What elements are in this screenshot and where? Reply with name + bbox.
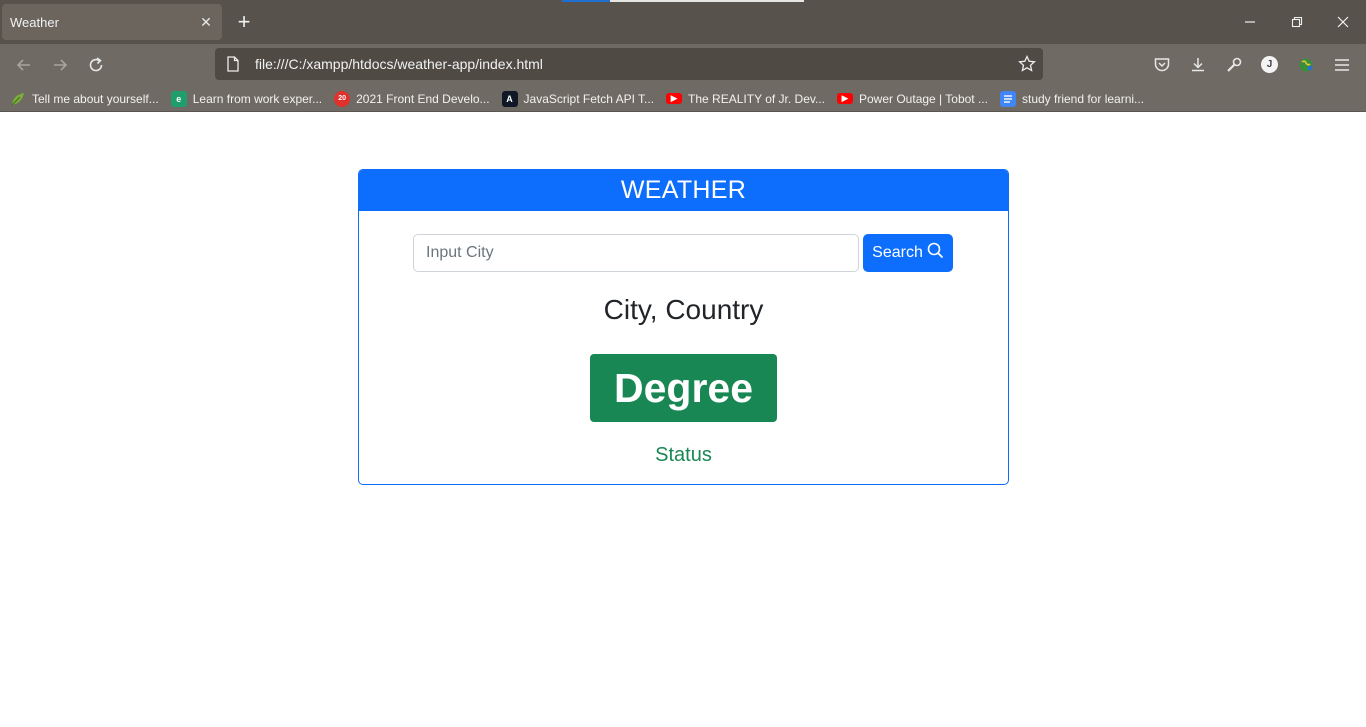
weather-card: WEATHER Search City, Country Degree Stat…: [358, 169, 1009, 485]
e-icon: e: [170, 90, 187, 107]
bookmark-item[interactable]: Tell me about yourself...: [10, 91, 159, 107]
a-icon: A: [501, 90, 518, 107]
close-window-icon[interactable]: [1329, 8, 1357, 36]
leaf-icon: [10, 91, 26, 107]
red-circle-icon: 20: [334, 90, 351, 107]
restore-icon[interactable]: [1283, 8, 1311, 36]
tab-weather[interactable]: Weather ✕: [2, 4, 222, 40]
bookmark-item[interactable]: study friend for learni...: [999, 90, 1144, 107]
loading-indicator: [562, 0, 804, 2]
forward-icon[interactable]: [48, 53, 72, 77]
bookmark-item[interactable]: ▶ The REALITY of Jr. Dev...: [666, 92, 825, 106]
url-text: file:///C:/xampp/htdocs/weather-app/inde…: [255, 56, 543, 72]
search-button[interactable]: Search: [863, 234, 953, 272]
youtube-icon: ▶: [837, 93, 853, 104]
bookmark-item[interactable]: 20 2021 Front End Develo...: [334, 90, 490, 107]
minimize-icon[interactable]: [1236, 8, 1264, 36]
docs-icon: [999, 90, 1016, 107]
bookmark-item[interactable]: A JavaScript Fetch API T...: [501, 90, 654, 107]
menu-icon[interactable]: [1330, 53, 1354, 77]
degree-badge: Degree: [590, 354, 777, 422]
address-bar[interactable]: file:///C:/xampp/htdocs/weather-app/inde…: [215, 48, 1043, 80]
card-header: WEATHER: [359, 170, 1008, 211]
page-icon: [225, 56, 241, 72]
city-input[interactable]: [413, 234, 859, 272]
bookmarks-toolbar: Tell me about yourself... e Learn from w…: [0, 86, 1366, 112]
bookmark-item[interactable]: e Learn from work exper...: [170, 90, 322, 107]
tab-title: Weather: [10, 14, 59, 30]
back-icon[interactable]: [12, 53, 36, 77]
reload-icon[interactable]: [84, 53, 108, 77]
bookmark-item[interactable]: ▶ Power Outage | Tobot ...: [837, 92, 988, 106]
search-icon: [927, 242, 944, 264]
downloads-icon[interactable]: [1186, 53, 1210, 77]
status-text: Status: [655, 444, 712, 466]
location-text: City, Country: [603, 294, 764, 325]
close-tab-icon[interactable]: ✕: [198, 14, 214, 30]
pocket-icon[interactable]: [1150, 53, 1174, 77]
search-button-label: Search: [872, 244, 923, 261]
search-row: Search: [413, 234, 953, 272]
extension-globe-icon[interactable]: [1294, 53, 1318, 77]
youtube-icon: ▶: [666, 93, 683, 104]
bookmark-star-icon[interactable]: [1017, 54, 1037, 74]
profile-avatar[interactable]: J: [1261, 56, 1278, 73]
nav-bar: file:///C:/xampp/htdocs/weather-app/inde…: [0, 44, 1366, 86]
wrench-icon[interactable]: [1222, 53, 1246, 77]
new-tab-icon[interactable]: +: [232, 9, 256, 34]
tab-bar: Weather ✕ +: [0, 0, 1366, 44]
